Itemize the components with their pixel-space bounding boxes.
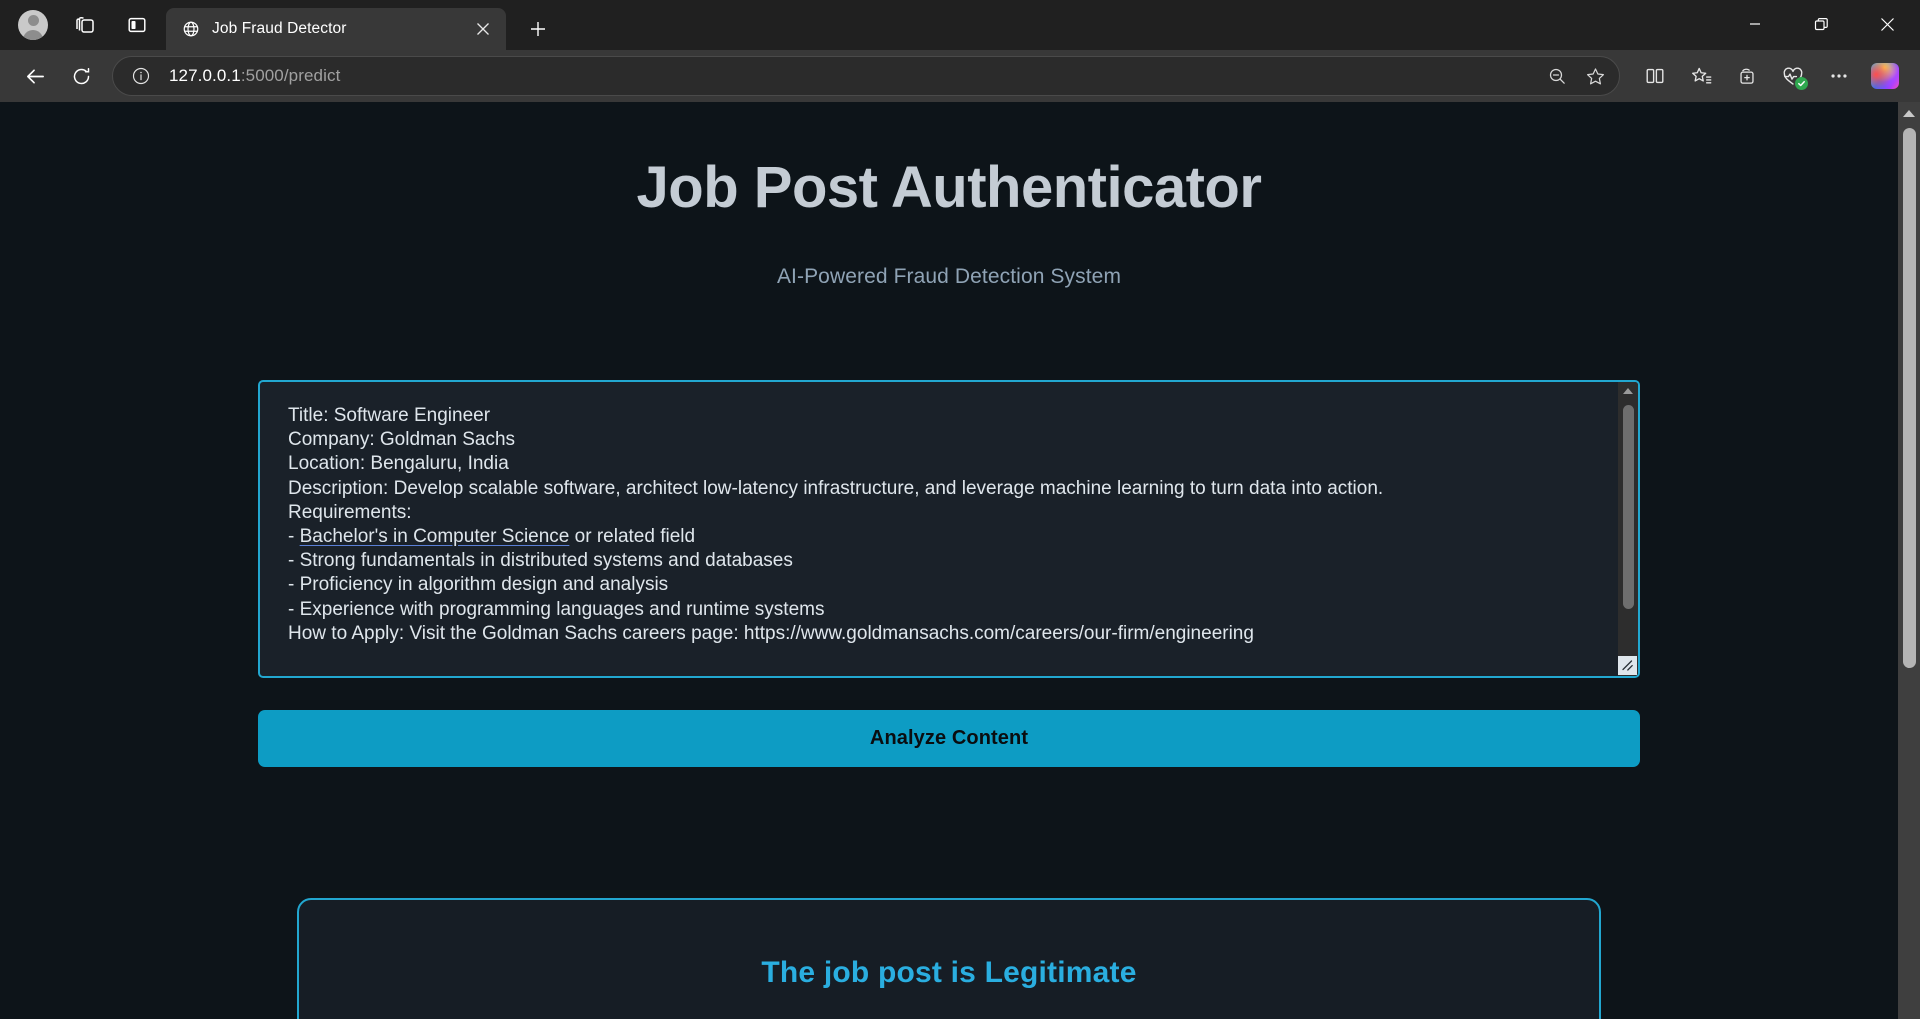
zoom-out-icon[interactable] [1539, 59, 1575, 93]
collections-icon[interactable] [1726, 55, 1768, 97]
job-post-line: Description: Develop scalable software, … [288, 477, 1384, 499]
tab-pane-icon[interactable] [116, 4, 158, 46]
job-post-text[interactable]: Title: Software Engineer Company: Goldman… [260, 382, 1618, 676]
page-subtitle: AI-Powered Fraud Detection System [776, 265, 1122, 288]
tab-strip: Job Fraud Detector [0, 0, 1920, 50]
spellcheck-underlined-phrase: Bachelor's in Computer Science [299, 526, 570, 548]
job-post-line: - Bachelor's in Computer Science or rela… [288, 526, 696, 548]
browser-tab[interactable]: Job Fraud Detector [166, 8, 506, 50]
analyze-content-button[interactable]: Analyze Content [258, 710, 1640, 767]
back-arrow-icon[interactable] [14, 55, 56, 97]
workspaces-icon[interactable] [64, 4, 106, 46]
textarea-scrollbar[interactable] [1618, 382, 1638, 676]
address-bar[interactable]: 127.0.0.1:5000/predict [112, 56, 1620, 96]
textarea-scroll-thumb[interactable] [1622, 405, 1634, 609]
restore-icon[interactable] [1788, 0, 1854, 48]
browser-window: Job Fraud Detector 127.0.0.1:5000/predic… [0, 0, 1920, 1019]
globe-icon [182, 20, 200, 38]
job-post-line: - Strong fundamentals in distributed sys… [288, 550, 793, 572]
info-circle-icon[interactable] [127, 62, 155, 90]
minimize-icon[interactable] [1722, 0, 1788, 48]
job-post-line: - Proficiency in algorithm design and an… [288, 574, 669, 596]
close-icon[interactable] [1854, 0, 1920, 48]
status-check-badge [1795, 77, 1808, 90]
page-scroll-up-icon[interactable] [1898, 102, 1920, 124]
page-scroll-thumb[interactable] [1902, 128, 1916, 668]
job-post-line: How to Apply: Visit the Goldman Sachs ca… [288, 622, 1254, 644]
textarea-resize-handle[interactable] [1618, 656, 1637, 675]
toolbar-right-actions [1634, 55, 1906, 97]
favorites-icon[interactable] [1680, 55, 1722, 97]
job-post-textarea[interactable]: Title: Software Engineer Company: Goldman… [258, 380, 1640, 678]
job-post-line: Title: Software Engineer [288, 405, 491, 426]
window-controls [1722, 0, 1920, 48]
job-post-line: - Experience with programming languages … [288, 598, 825, 620]
tab-close-icon[interactable] [470, 16, 496, 42]
tab-strip-left-controls [0, 0, 158, 50]
address-bar-url[interactable]: 127.0.0.1:5000/predict [155, 66, 1539, 86]
result-verdict-text: The job post is Legitimate [761, 956, 1137, 989]
url-path: :5000/predict [240, 66, 341, 85]
split-screen-icon[interactable] [1634, 55, 1676, 97]
page-title: Job Post Authenticator [636, 155, 1262, 220]
web-page-content: Job Post Authenticator AI-Powered Fraud … [0, 102, 1898, 1019]
url-host: 127.0.0.1 [169, 66, 241, 85]
browser-toolbar: 127.0.0.1:5000/predict [0, 50, 1920, 102]
reload-icon[interactable] [60, 55, 102, 97]
job-post-line: Requirements: [288, 501, 412, 523]
tab-title: Job Fraud Detector [212, 20, 347, 37]
new-tab-button[interactable] [520, 11, 556, 47]
settings-more-icon[interactable] [1818, 55, 1860, 97]
textarea-scroll-up-icon[interactable] [1618, 382, 1638, 400]
page-viewport: Job Post Authenticator AI-Powered Fraud … [0, 102, 1920, 1019]
browser-essentials-icon[interactable] [1772, 55, 1814, 97]
page-container: Job Post Authenticator AI-Powered Fraud … [109, 154, 1789, 1019]
analysis-form: Title: Software Engineer Company: Goldman… [258, 289, 1640, 767]
address-bar-actions [1539, 59, 1613, 93]
result-card: The job post is Legitimate [297, 898, 1601, 1019]
job-post-line: Location: Bengaluru, India [288, 453, 509, 475]
account-avatar-icon[interactable] [12, 4, 54, 46]
job-post-line: Company: Goldman Sachs [288, 429, 516, 451]
star-icon[interactable] [1577, 59, 1613, 93]
page-scrollbar[interactable] [1898, 102, 1920, 1019]
copilot-icon[interactable] [1864, 55, 1906, 97]
